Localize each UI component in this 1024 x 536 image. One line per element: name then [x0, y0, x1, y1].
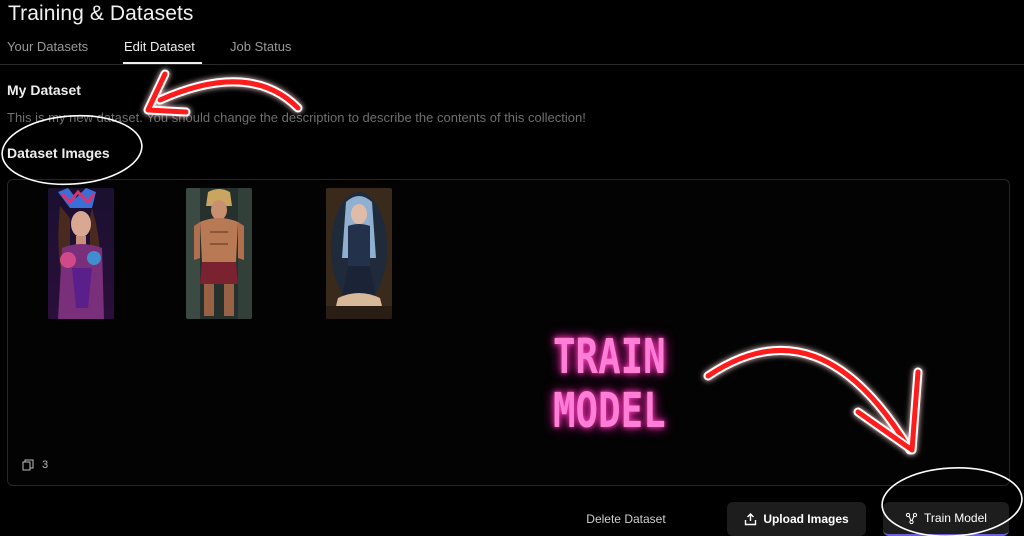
train-model-label: Train Model — [924, 511, 987, 525]
dataset-image-3[interactable] — [326, 188, 392, 319]
arrow-to-dataset-name — [143, 69, 303, 117]
active-tab-indicator — [123, 62, 202, 64]
tab-your-datasets[interactable]: Your Datasets — [7, 39, 88, 54]
delete-dataset-label: Delete Dataset — [586, 512, 666, 526]
model-icon — [905, 512, 918, 524]
annotation-line-1: TRAIN — [553, 329, 666, 385]
tab-bar: Your Datasets Edit Dataset Job Status — [0, 35, 1024, 65]
upload-images-button[interactable]: Upload Images — [727, 502, 866, 536]
delete-dataset-button[interactable]: Delete Dataset — [570, 502, 682, 536]
dataset-image-2[interactable] — [186, 188, 252, 319]
dataset-image-1[interactable] — [48, 188, 114, 319]
dataset-images-panel: 3 — [7, 179, 1010, 486]
image-count-value: 3 — [42, 459, 49, 471]
image-count: 3 — [22, 459, 48, 471]
dataset-images-heading: Dataset Images — [7, 145, 110, 161]
upload-images-label: Upload Images — [763, 512, 849, 526]
dataset-description[interactable]: This is my new dataset. You should chang… — [7, 110, 586, 125]
train-model-button[interactable]: Train Model — [883, 502, 1009, 536]
page-title: Training & Datasets — [8, 2, 194, 25]
annotation-line-2: MODEL — [553, 383, 666, 439]
upload-icon — [745, 512, 757, 525]
stack-icon — [22, 459, 34, 471]
tab-job-status[interactable]: Job Status — [230, 39, 291, 54]
dataset-name[interactable]: My Dataset — [7, 82, 81, 98]
tab-edit-dataset[interactable]: Edit Dataset — [124, 39, 195, 54]
annotation-text: TRAIN MODEL — [553, 329, 666, 439]
